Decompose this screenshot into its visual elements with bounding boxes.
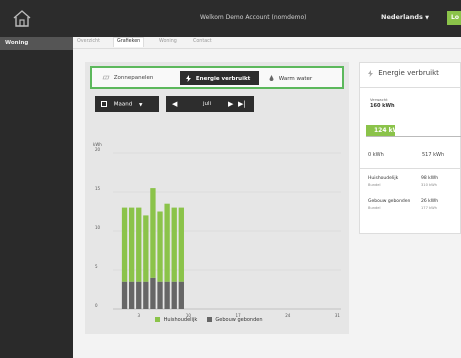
x-tick-label: 3 — [137, 313, 140, 318]
top-bar: Welkom Demo Account (nomdemo) Nederlands… — [0, 0, 461, 37]
chevron-down-icon: ▼ — [425, 15, 430, 21]
row-value-huishoudelijk: 98 kWh — [421, 176, 439, 181]
next-month-icon[interactable]: ▶ — [228, 100, 233, 108]
y-tick-label: 20 — [95, 147, 101, 152]
period-select[interactable]: Maand ▼ — [95, 96, 159, 112]
row-subvalue-huishoudelijk: 310 kWh — [421, 183, 437, 187]
caret-down-icon: ▼ — [138, 102, 143, 108]
month-navigator: ◀ juli ▶ ▶| — [166, 96, 254, 112]
bar-huishoudelijk — [121, 207, 128, 282]
bar-chart: kWh051015203 10 17 24 31 — [93, 142, 341, 318]
home-icon[interactable] — [12, 9, 32, 28]
solar-panel-icon — [102, 75, 110, 80]
zonnepanelen-label: Zonnepanelen — [113, 75, 154, 81]
bar-gebouw-gebonden — [171, 281, 177, 309]
bar-gebouw-gebonden — [157, 281, 163, 309]
chart-panel: Zonnepanelen Energie verbruikt Warm wate… — [85, 62, 349, 334]
bar-huishoudelijk — [136, 207, 142, 282]
summary-title: Energie verbruikt — [368, 69, 439, 77]
logout-button[interactable]: Lo — [447, 11, 461, 25]
y-tick-label: 15 — [95, 186, 101, 191]
bar-huishoudelijk — [128, 207, 135, 282]
page-title: Welkom Demo Account (nomdemo) — [200, 14, 307, 21]
verwacht-label: Verwacht — [370, 97, 388, 102]
divider — [360, 168, 461, 169]
legend-swatch-gebouw — [206, 317, 212, 322]
bar-gebouw-gebonden — [143, 281, 149, 309]
bar-gebouw-gebonden — [164, 281, 170, 309]
bar-gebouw-gebonden — [136, 281, 142, 309]
bar-huishoudelijk — [164, 203, 170, 282]
bar-gebouw-gebonden — [178, 281, 184, 309]
row-label-gebouw: Gebouw gebonden — [368, 199, 411, 204]
period-label: Maand — [113, 101, 133, 108]
x-tick-label: 31 — [335, 313, 341, 318]
summary-title-label: Energie verbruikt — [378, 69, 439, 77]
row-sub-huishoudelijk: Bundel — [368, 183, 381, 187]
row-sub-gebouw: Bundel — [368, 206, 381, 210]
warm-water-label: Warm water — [278, 76, 313, 82]
tab-bar: Overzicht Grafieken Woning Contact — [73, 37, 461, 49]
y-tick-label: 5 — [95, 264, 98, 269]
month-label: juli — [203, 101, 212, 107]
legend-label-huishoudelijk: Huishoudelijk — [163, 317, 198, 323]
row-value-gebouw: 26 kWh — [421, 199, 439, 204]
x-tick-label: 24 — [285, 313, 291, 318]
category-selector: Zonnepanelen Energie verbruikt Warm wate… — [90, 66, 344, 89]
tab-overzicht[interactable]: Overzicht — [77, 39, 100, 44]
legend-swatch-huishoudelijk — [155, 317, 160, 322]
sidebar: Woning — [0, 37, 73, 358]
usage-current-value: 124 kWh — [374, 127, 404, 134]
bar-huishoudelijk — [178, 207, 184, 282]
divider — [360, 87, 461, 88]
chart-legend: Huishoudelijk Gebouw gebonden — [155, 317, 263, 323]
gauge-max-label: 517 kWh — [422, 152, 445, 158]
zonnepanelen-button[interactable]: Zonnepanelen — [96, 72, 175, 84]
language-select[interactable]: Nederlands ▼ — [381, 13, 429, 21]
energie-label: Energie verbruikt — [195, 76, 251, 82]
bar-huishoudelijk — [143, 215, 149, 282]
usage-gauge-track — [366, 136, 461, 137]
calendar-icon — [101, 101, 107, 107]
tab-grafieken[interactable]: Grafieken — [113, 37, 145, 47]
bar-gebouw-gebonden — [150, 277, 156, 309]
y-tick-label: 0 — [95, 303, 98, 308]
bar-huishoudelijk — [157, 211, 163, 282]
lightning-icon — [368, 69, 373, 77]
lightning-icon — [186, 75, 191, 82]
bar-gebouw-gebonden — [121, 281, 128, 309]
row-label-huishoudelijk: Huishoudelijk — [368, 176, 399, 181]
y-tick-label: 10 — [95, 225, 101, 230]
summary-card: Energie verbruikt Verwacht 160 kWh 124 k… — [359, 62, 461, 234]
energie-verbruikt-button[interactable]: Energie verbruikt — [180, 71, 259, 85]
row-subvalue-gebouw: 177 kWh — [421, 206, 437, 210]
tab-contact[interactable]: Contact — [193, 39, 212, 44]
legend-label-gebouw: Gebouw gebonden — [215, 317, 263, 323]
language-label: Nederlands — [381, 13, 423, 21]
water-drop-icon — [269, 75, 274, 81]
tab-woning[interactable]: Woning — [159, 39, 177, 44]
previous-month-icon[interactable]: ◀ — [172, 100, 177, 108]
bar-gebouw-gebonden — [128, 281, 135, 309]
bar-huishoudelijk — [171, 207, 177, 282]
verwacht-value: 160 kWh — [370, 103, 395, 109]
bar-huishoudelijk — [150, 188, 156, 278]
last-month-icon[interactable]: ▶| — [238, 100, 246, 108]
sidebar-item-woning[interactable]: Woning — [0, 37, 73, 50]
warm-water-button[interactable]: Warm water — [263, 72, 341, 84]
gauge-min-label: 0 kWh — [368, 152, 384, 158]
